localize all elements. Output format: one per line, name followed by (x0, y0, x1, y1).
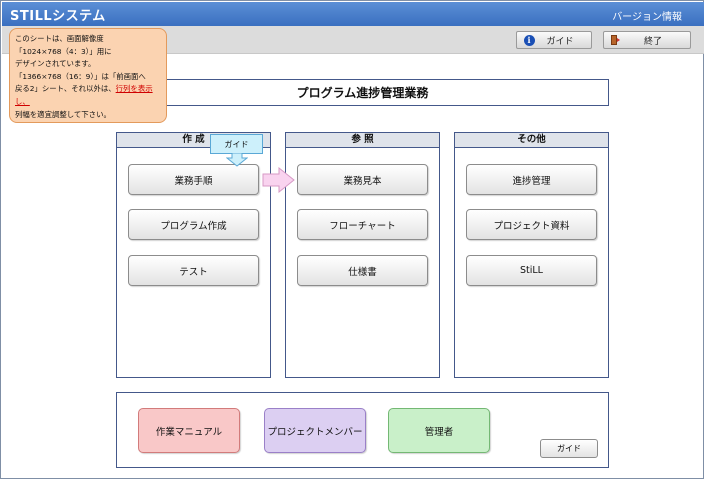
exit-door-icon (610, 34, 622, 46)
toolbar-exit-button[interactable]: 終了 (603, 31, 691, 49)
test-button[interactable]: テスト (128, 255, 259, 286)
title-bar: STILLシステム バージョン情報 (2, 2, 704, 26)
panel-reference: 参 照 業務見本 フローチャート 仕様書 (285, 132, 440, 378)
panel-other: その他 進捗管理 プロジェクト資料 StiLL (454, 132, 609, 378)
bottom-guide-button[interactable]: ガイド (540, 439, 598, 458)
page-title: プログラム進捗管理業務 (116, 79, 609, 106)
administrator-button[interactable]: 管理者 (388, 408, 490, 453)
work-manual-button[interactable]: 作業マニュアル (138, 408, 240, 453)
still-button[interactable]: StiLL (466, 255, 597, 286)
panel-reference-title: 参 照 (286, 133, 439, 148)
panel-other-title: その他 (455, 133, 608, 148)
specification-button[interactable]: 仕様書 (297, 255, 428, 286)
guide-callout[interactable]: ガイド (210, 134, 263, 154)
bottom-panel: 作業マニュアル プロジェクトメンバー 管理者 ガイド (116, 392, 609, 468)
program-create-button[interactable]: プログラム作成 (128, 209, 259, 240)
business-sample-button[interactable]: 業務見本 (297, 164, 428, 195)
progress-management-button[interactable]: 進捗管理 (466, 164, 597, 195)
app-title: STILLシステム (10, 9, 106, 24)
project-members-button[interactable]: プロジェクトメンバー (264, 408, 366, 453)
project-documents-button[interactable]: プロジェクト資料 (466, 209, 597, 240)
business-procedure-button[interactable]: 業務手順 (128, 164, 259, 195)
flow-right-arrow-icon (262, 167, 295, 193)
toolbar-guide-button[interactable]: i ガイド (516, 31, 592, 49)
panel-create: 作 成 業務手順 プログラム作成 テスト (116, 132, 271, 378)
resolution-note: このシートは、画面解像度 「1024×768（4：3）」用に デザインされていま… (9, 28, 167, 123)
version-info-link[interactable]: バージョン情報 (612, 8, 682, 23)
app-window: STILLシステム バージョン情報 i ガイド 終了 このシートは、画面解像度 … (0, 0, 704, 479)
flowchart-button[interactable]: フローチャート (297, 209, 428, 240)
guide-down-arrow-icon (226, 153, 248, 167)
info-icon: i (523, 34, 535, 46)
